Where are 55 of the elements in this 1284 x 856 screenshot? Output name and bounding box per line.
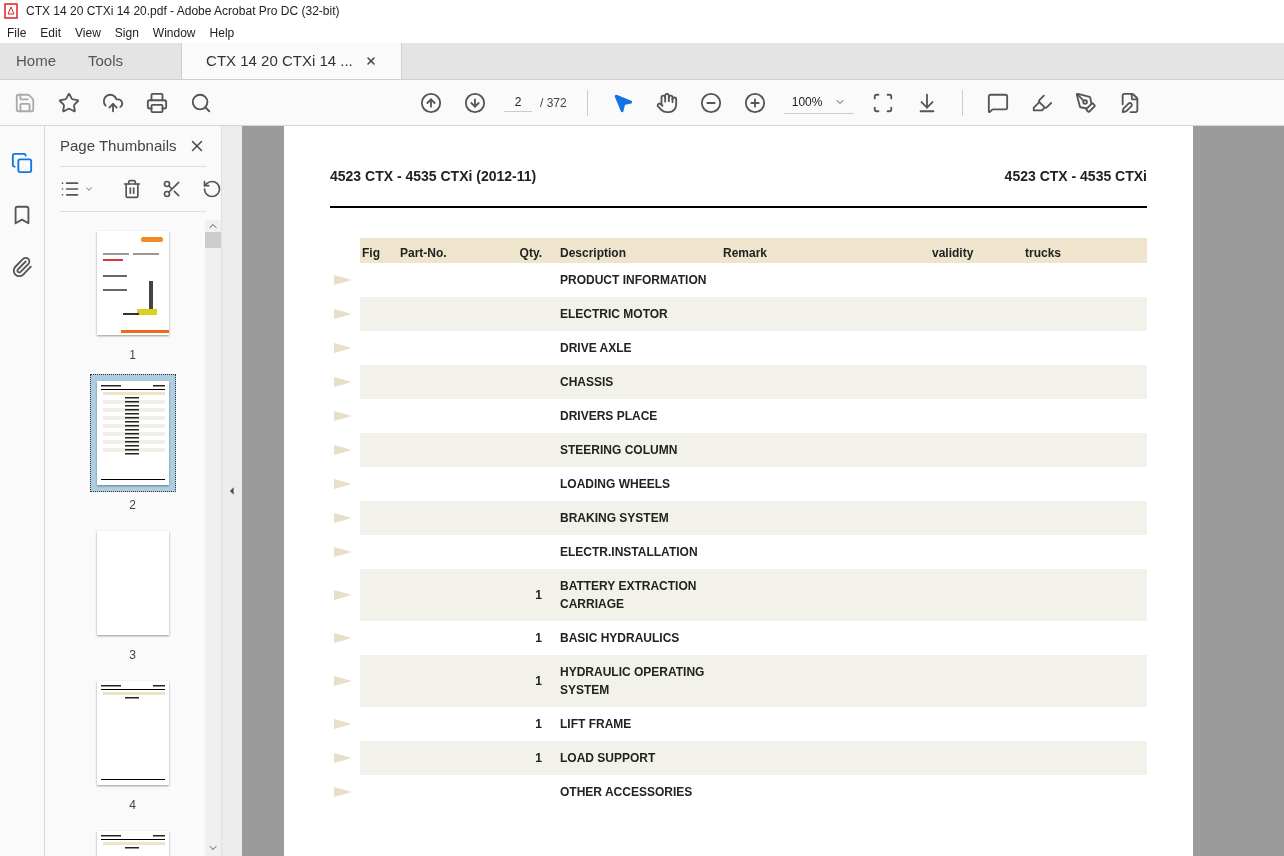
table-cell-text: PRODUCT INFORMATION <box>559 272 708 289</box>
table-cell-text: 1 <box>534 716 543 733</box>
column-header: Part-No. <box>400 245 448 262</box>
scroll-thumb[interactable] <box>205 232 221 248</box>
window-title: CTX 14 20 CTXi 14 20.pdf - Adobe Acrobat Pro DC (32-bit) <box>26 3 340 20</box>
table-cell-text: STEERING COLUMN <box>559 442 679 459</box>
panel-title: Page Thumbnails <box>60 135 177 156</box>
page-number: 3 <box>129 647 136 664</box>
menu-item[interactable]: File <box>7 23 27 42</box>
pdf-logo-icon <box>4 3 18 19</box>
page-number: 1 <box>129 347 136 364</box>
table-cell-text: ELECTR.INSTALLATION <box>559 544 699 561</box>
table-cell-text: DRIVE AXLE <box>559 340 633 357</box>
menu-item[interactable]: Edit <box>40 23 62 42</box>
menu-item[interactable]: Help <box>209 23 235 42</box>
table-cell-text: LIFT FRAME <box>559 716 633 733</box>
close-icon[interactable] <box>364 55 377 67</box>
table-cell-text: 1 <box>534 630 543 647</box>
column-header: Description <box>559 245 627 262</box>
page-thumbnail[interactable] <box>89 374 176 492</box>
page-header: 4523 CTX - 4535 CTXi (2012-11) <box>330 167 537 186</box>
list-icon <box>60 179 80 199</box>
menu-item[interactable]: View <box>75 23 101 42</box>
column-header: Fig <box>361 245 381 262</box>
table-cell-text: BASIC HYDRAULICS <box>559 630 681 647</box>
zoom-dropdown[interactable]: 100% <box>783 91 854 114</box>
table-cell-text: OTHER ACCESSORIES <box>559 784 694 801</box>
table-cell-text: DRIVERS PLACE <box>559 408 659 425</box>
table-cell-text: CHASSIS <box>559 374 615 391</box>
table-cell-text: 1 <box>534 587 543 604</box>
table-cell-text: 1 <box>534 750 543 767</box>
page-number: 2 <box>129 497 136 514</box>
scrollbar[interactable] <box>205 220 221 856</box>
options-dropdown[interactable] <box>60 179 94 199</box>
page-number: 4 <box>129 797 136 814</box>
table-cell-text: HYDRAULIC OPERATING SYSTEM <box>559 664 706 699</box>
table-cell-text: BRAKING SYSTEM <box>559 510 670 527</box>
column-header: validity <box>932 245 975 262</box>
tab[interactable]: CTX 14 20 CTXi 14 ... <box>181 43 402 79</box>
column-header: Remark <box>723 245 769 262</box>
table-cell-text: BATTERY EXTRACTION CARRIAGE <box>559 578 698 613</box>
page-field[interactable]: 2 <box>504 93 532 112</box>
menu-item[interactable]: Window <box>152 23 196 42</box>
table-cell-text: LOAD SUPPORT <box>559 750 657 767</box>
menu-item[interactable]: Sign <box>114 23 139 42</box>
table-cell-text: 1 <box>534 673 543 690</box>
page-total: / 372 <box>540 94 567 112</box>
tab[interactable]: Home <box>0 43 72 79</box>
column-header: Qty. <box>518 245 543 262</box>
table-cell-text: LOADING WHEELS <box>559 476 671 493</box>
page-header: 4523 CTX - 4535 CTXi <box>1004 167 1147 186</box>
tab[interactable]: Tools <box>72 43 140 79</box>
caret-icon <box>84 184 94 194</box>
table-cell-text: ELECTRIC MOTOR <box>559 306 669 323</box>
column-header: trucks <box>1025 245 1063 262</box>
